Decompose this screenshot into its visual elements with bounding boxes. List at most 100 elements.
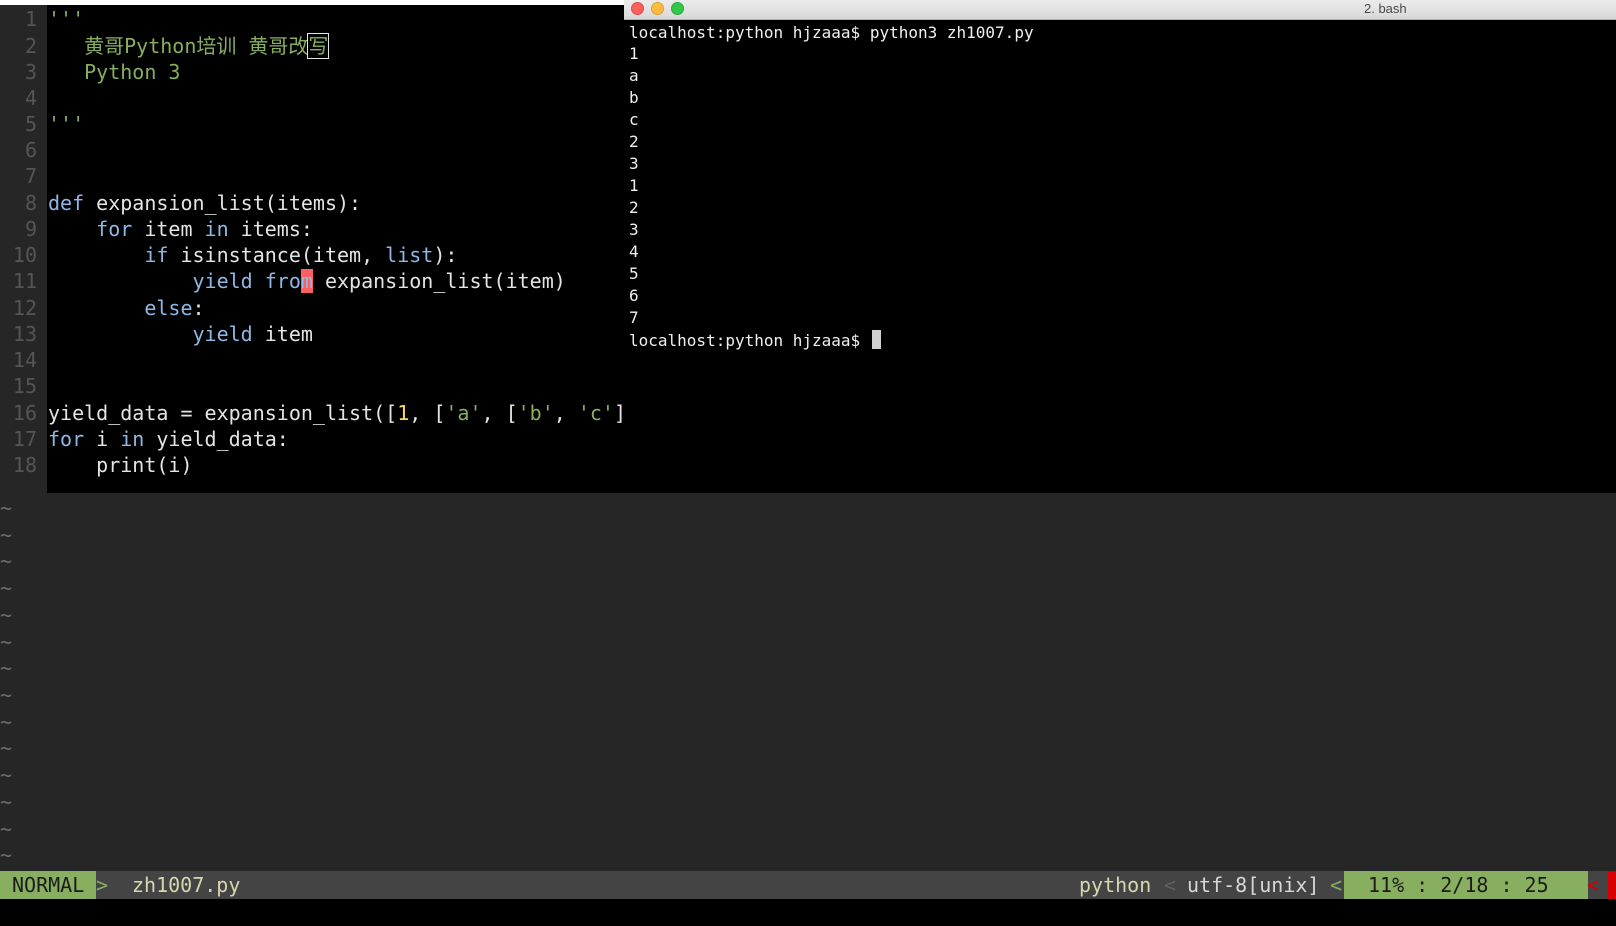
terminal-output-line: 1	[629, 176, 639, 195]
keyword: in	[120, 427, 145, 451]
command-line[interactable]	[0, 899, 1616, 926]
docstring-text: 黄哥Python培训 黄哥改	[48, 34, 309, 58]
terminal-output-line: 2	[629, 132, 639, 151]
line-number: 6	[24, 138, 37, 162]
code-text: yield_data = expansion_list([	[48, 401, 398, 425]
terminal-command-line: localhost:python hjzaaa$ python3 zh1007.…	[629, 23, 1034, 42]
keyword: def	[48, 191, 85, 215]
separator-left: <	[1330, 873, 1343, 897]
separator-left: <	[1164, 873, 1177, 897]
code-text: expansion_list(items):	[84, 191, 362, 215]
code-line-18: print(i)	[48, 452, 193, 479]
terminal-titlebar[interactable]: 2. bash	[624, 0, 1616, 20]
line-number: 13	[12, 322, 37, 346]
line-number: 12	[12, 296, 37, 320]
line-number: 2	[24, 34, 37, 58]
terminal-prompt-line[interactable]: localhost:python hjzaaa$	[629, 330, 881, 352]
terminal-output-line: 3	[629, 154, 639, 173]
keyword: in	[204, 217, 229, 241]
line-number: 9	[24, 217, 37, 241]
terminal-output-line: a	[629, 66, 639, 85]
terminal-output-line: 7	[629, 308, 639, 327]
empty-line-tilde: ~	[0, 763, 13, 787]
code-text: :	[192, 296, 205, 320]
text-cursor: m	[300, 269, 313, 293]
number: 1	[397, 401, 410, 425]
empty-line-tilde: ~	[0, 843, 13, 867]
empty-line-tilde: ~	[0, 603, 13, 627]
code-text: items:	[228, 217, 313, 241]
code-text: , [	[481, 401, 518, 425]
match-highlight: 写	[307, 33, 330, 59]
terminal-output-line: 3	[629, 220, 639, 239]
terminal-output-line: 2	[629, 198, 639, 217]
empty-line-tilde: ~	[0, 656, 13, 680]
file-encoding: utf-8[unix]	[1187, 873, 1320, 897]
code-text: ):	[433, 243, 458, 267]
code-line-13: yield item	[48, 321, 313, 348]
docstring-quote: '''	[48, 7, 85, 31]
code-text: yield_data:	[144, 427, 289, 451]
line-number: 18	[12, 453, 37, 477]
keyword: if	[144, 243, 169, 267]
line-number: 17	[12, 427, 37, 451]
empty-line-tilde: ~	[0, 683, 13, 707]
keyword: yield	[192, 322, 253, 346]
line-number: 15	[12, 374, 37, 398]
code-text: expansion_list(item)	[312, 269, 566, 293]
keyword: yield fro	[192, 269, 301, 293]
code-text: item	[132, 217, 205, 241]
docstring-text: Python 3	[48, 60, 181, 84]
file-name: zh1007.py	[132, 873, 241, 897]
terminal-window[interactable]: 2. bash localhost:python hjzaaa$ python3…	[624, 0, 1616, 491]
string: 'a'	[445, 401, 482, 425]
line-number: 4	[24, 86, 37, 110]
empty-line-tilde: ~	[0, 576, 13, 600]
separator-error: <	[1587, 873, 1600, 897]
maximize-window-button[interactable]	[671, 2, 684, 15]
code-line-5: '''	[48, 111, 84, 138]
code-line-17: for i in yield_data:	[48, 426, 289, 453]
code-text: print(i)	[96, 453, 193, 477]
string: 'b'	[517, 401, 554, 425]
keyword: list	[385, 243, 434, 267]
keyword: for	[48, 427, 85, 451]
code-text: isinstance(item,	[168, 243, 386, 267]
empty-line-tilde: ~	[0, 523, 13, 547]
terminal-output-line: 1	[629, 44, 639, 63]
code-line-3: Python 3	[48, 59, 180, 86]
code-line-9: for item in items:	[48, 216, 313, 243]
line-number: 5	[24, 112, 37, 136]
empty-line-tilde: ~	[0, 549, 13, 573]
file-type: python	[1079, 873, 1152, 897]
code-line-10: if isinstance(item, list):	[48, 242, 457, 269]
code-line-1: '''	[48, 6, 84, 33]
terminal-output-line: 6	[629, 286, 639, 305]
docstring-quote: '''	[48, 112, 85, 136]
keyword: else	[144, 296, 193, 320]
line-number-gutter: 1 2 3 4 5 6 7 8 9 10 11 12 13 14 15 16 1…	[0, 5, 47, 493]
terminal-title: 2. bash	[1364, 1, 1407, 16]
close-window-button[interactable]	[631, 2, 644, 15]
code-line-11: yield from expansion_list(item)	[48, 268, 566, 295]
error-indicator	[1608, 871, 1616, 899]
keyword: for	[96, 217, 133, 241]
terminal-output-line: 4	[629, 242, 639, 261]
line-number: 3	[24, 60, 37, 84]
string: 'c'	[577, 401, 614, 425]
empty-line-tilde: ~	[0, 710, 13, 734]
code-text: , [	[409, 401, 446, 425]
minimize-window-button[interactable]	[651, 2, 664, 15]
terminal-output-line: 5	[629, 264, 639, 283]
line-number: 11	[12, 269, 37, 293]
line-number: 10	[12, 243, 37, 267]
line-number: 14	[12, 348, 37, 372]
terminal-output-line: b	[629, 88, 639, 107]
line-number: 7	[24, 164, 37, 188]
line-number: 8	[24, 191, 37, 215]
